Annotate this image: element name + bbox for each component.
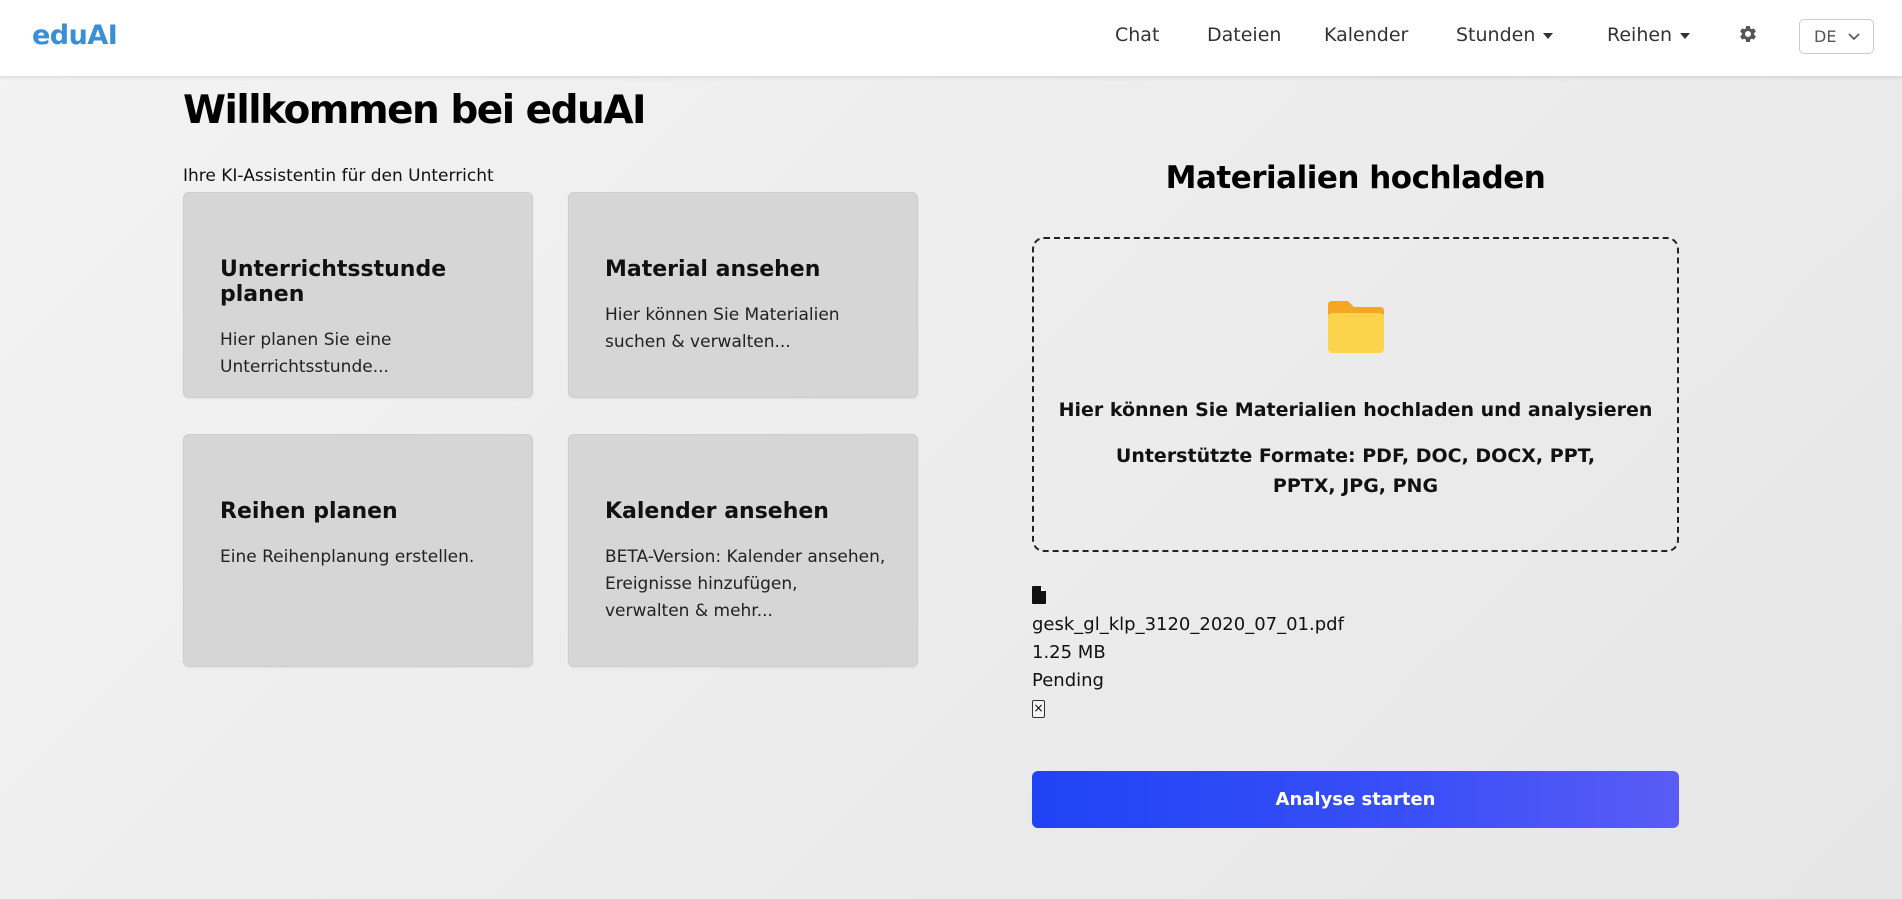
nav-files[interactable]: Dateien (1207, 24, 1281, 46)
nav-calendar[interactable]: Kalender (1324, 24, 1408, 46)
caret-down-icon (1543, 33, 1554, 39)
analyze-button-label: Analyse starten (1275, 789, 1436, 810)
file-status: Pending (1032, 670, 1104, 691)
folder-icon (1324, 297, 1388, 362)
card-view-material[interactable]: Material ansehen Hier können Sie Materia… (568, 192, 918, 398)
upload-instruction: Hier können Sie Materialien hochladen un… (1058, 399, 1653, 421)
nav-series-label: Reihen (1607, 24, 1673, 46)
card-description: BETA-Version: Kalender ansehen, Ereignis… (605, 547, 886, 621)
file-name: gesk_gl_klp_3120_2020_07_01.pdf (1032, 614, 1344, 635)
language-select[interactable]: DE (1799, 19, 1874, 54)
file-size: 1.25 MB (1032, 642, 1106, 663)
brand-logo[interactable]: eduAI (32, 20, 118, 51)
chevron-down-icon (1848, 32, 1861, 40)
gear-icon[interactable] (1738, 24, 1762, 48)
file-icon (1032, 586, 1046, 609)
card-plan-lesson[interactable]: Unterrichtsstunde planen Hier planen Sie… (183, 192, 533, 398)
nav-lessons-label: Stunden (1456, 24, 1536, 46)
upload-title: Materialien hochladen (1165, 160, 1546, 196)
navbar: eduAI Chat Dateien Kalender Stunden Reih… (0, 0, 1902, 76)
language-value: DE (1814, 27, 1837, 46)
card-title: Material ansehen (605, 257, 821, 282)
card-view-calendar[interactable]: Kalender ansehen BETA-Version: Kalender … (568, 434, 918, 667)
analyze-button[interactable]: Analyse starten (1032, 771, 1679, 828)
nav-files-label: Dateien (1207, 24, 1282, 46)
card-plan-series[interactable]: Reihen planen Eine Reihenplanung erstell… (183, 434, 533, 667)
card-description: Hier können Sie Materialien suchen & ver… (605, 305, 840, 352)
card-title: Kalender ansehen (605, 499, 829, 524)
caret-down-icon (1680, 33, 1691, 39)
card-title: Unterrichtsstunde planen (220, 257, 447, 307)
nav-series-dropdown[interactable]: Reihen (1607, 24, 1691, 46)
nav-chat-label: Chat (1115, 24, 1160, 46)
nav-calendar-label: Kalender (1324, 24, 1409, 46)
page-subtitle: Ihre KI-Assistentin für den Unterricht (183, 166, 494, 186)
upload-dropzone[interactable]: Hier können Sie Materialien hochladen un… (1032, 237, 1679, 552)
card-title: Reihen planen (220, 499, 398, 524)
page-title: Willkommen bei eduAI (183, 88, 647, 133)
remove-file-button[interactable]: × (1032, 700, 1045, 718)
nav-lessons-dropdown[interactable]: Stunden (1456, 24, 1554, 46)
nav-chat[interactable]: Chat (1115, 24, 1159, 46)
card-description: Eine Reihenplanung erstellen. (220, 547, 475, 567)
card-description: Hier planen Sie eine Unterrichtsstunde..… (220, 330, 392, 377)
supported-formats: Unterstützte Formate: PDF, DOC, DOCX, PP… (1115, 445, 1596, 497)
